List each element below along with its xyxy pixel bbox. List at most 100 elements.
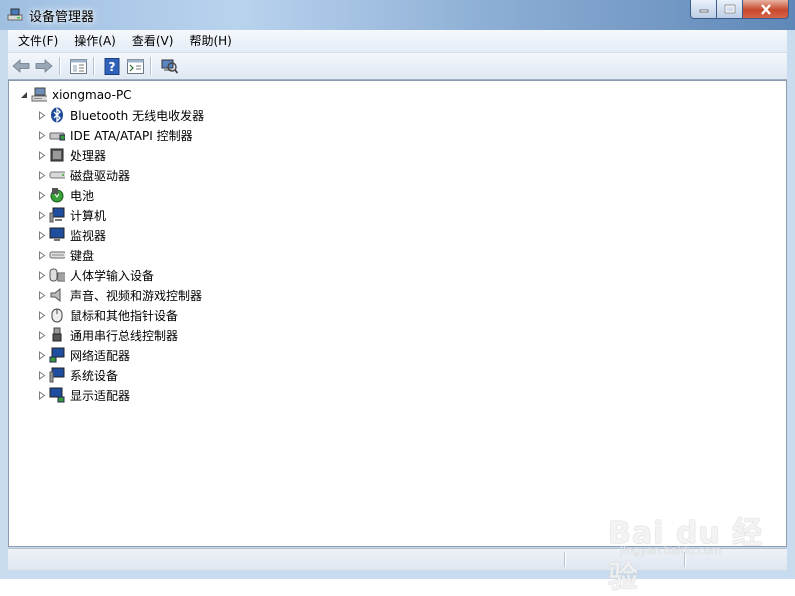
tree-node[interactable]: Bluetooth 无线电收发器 [37,105,204,125]
tree-node[interactable]: 网络适配器 [37,345,130,365]
expand-arrow-icon[interactable] [37,310,46,320]
expand-arrow-icon[interactable] [37,130,46,140]
properties-icon [126,58,144,74]
help-icon: ? [104,57,120,75]
node-label: 鼠标和其他指针设备 [70,308,179,323]
show-hide-console-tree-icon [69,58,87,74]
collapse-arrow-icon[interactable] [19,91,28,100]
close-icon [760,3,771,15]
window-title: 设备管理器 [29,10,95,25]
hid-icon [49,267,65,283]
sound-icon [49,287,65,303]
expand-arrow-icon[interactable] [37,270,46,280]
ide-controller-icon [49,127,65,143]
computer-icon [31,87,47,103]
device-manager-window: 设备管理器 文件(F) 操作(A) 查看(V) 帮助(H) ? xiongmao… [0,0,795,595]
expand-arrow-icon[interactable] [37,230,46,240]
expand-arrow-icon[interactable] [37,290,46,300]
title-bar[interactable]: 设备管理器 [0,0,795,30]
status-divider [564,552,565,567]
menu-view[interactable]: 查看(V) [124,30,182,52]
expand-arrow-icon[interactable] [37,250,46,260]
computer-icon [49,207,65,223]
scan-hardware-button[interactable] [159,56,179,76]
device-manager-icon [7,8,23,21]
svg-text:?: ? [109,60,116,74]
forward-arrow-icon [35,59,53,73]
tree-node[interactable]: 人体学输入设备 [37,265,154,285]
node-label: 人体学输入设备 [70,268,155,283]
menu-file[interactable]: 文件(F) [8,30,66,52]
mouse-icon [49,307,65,323]
node-label: 网络适配器 [70,348,131,363]
expand-arrow-icon[interactable] [37,150,46,160]
node-label: 电池 [70,188,95,203]
show-hide-tree-button[interactable] [68,56,88,76]
toolbar: ? [8,53,787,80]
expand-arrow-icon[interactable] [37,330,46,340]
toolbar-separator [93,57,94,75]
expand-arrow-icon[interactable] [37,350,46,360]
expand-arrow-icon[interactable] [37,170,46,180]
minimize-icon [699,9,708,13]
back-button[interactable] [11,56,31,76]
node-label: 声音、视频和游戏控制器 [70,288,203,303]
tree-node[interactable]: 处理器 [37,145,106,165]
toolbar-separator [59,57,60,75]
node-label: 监视器 [70,228,107,243]
root-label: xiongmao-PC [52,88,132,102]
usb-icon [49,327,65,343]
node-label: 显示适配器 [70,388,131,403]
expand-arrow-icon[interactable] [37,110,46,120]
disk-drive-icon [49,167,65,183]
watermark-url: jingyan.baidu.com [620,544,722,557]
tree-node[interactable]: 声音、视频和游戏控制器 [37,285,202,305]
network-adapter-icon [49,347,65,363]
forward-button[interactable] [34,56,54,76]
tree-node[interactable]: 显示适配器 [37,385,130,405]
back-arrow-icon [12,59,30,73]
node-label: 计算机 [70,208,107,223]
bluetooth-icon [49,107,65,123]
node-label: 处理器 [70,148,107,163]
battery-icon [49,187,65,203]
tree-node[interactable]: 监视器 [37,225,106,245]
watermark: Bai du 经验 jingyan.baidu.com [608,492,778,595]
node-label: Bluetooth 无线电收发器 [70,108,205,123]
expand-arrow-icon[interactable] [37,210,46,220]
minimize-button[interactable] [690,0,717,19]
tree-node[interactable]: 通用串行总线控制器 [37,325,178,345]
tree-node[interactable]: 鼠标和其他指针设备 [37,305,178,325]
keyboard-icon [49,247,65,263]
tree-node[interactable]: 系统设备 [37,365,118,385]
properties-button[interactable] [125,56,145,76]
node-label: 键盘 [70,248,95,263]
node-label: 磁盘驱动器 [70,168,131,183]
help-button[interactable]: ? [102,56,122,76]
maximize-button[interactable] [717,0,743,19]
device-tree[interactable]: xiongmao-PC Bluetooth 无线电收发器 IDE ATA/ATA… [8,80,787,547]
tree-node[interactable]: 键盘 [37,245,94,265]
tree-node[interactable]: 磁盘驱动器 [37,165,130,185]
menu-action[interactable]: 操作(A) [66,30,124,52]
expand-arrow-icon[interactable] [37,390,46,400]
monitor-icon [49,227,65,243]
menu-bar: 文件(F) 操作(A) 查看(V) 帮助(H) [8,30,787,53]
tree-node[interactable]: 计算机 [37,205,106,225]
tree-node[interactable]: IDE ATA/ATAPI 控制器 [37,125,193,145]
tree-root[interactable]: xiongmao-PC [19,85,132,105]
system-devices-icon [49,367,65,383]
maximize-icon [724,4,735,14]
display-adapter-icon [49,387,65,403]
expand-arrow-icon[interactable] [37,370,46,380]
caption-buttons [690,0,789,20]
node-label: 通用串行总线控制器 [70,328,179,343]
processor-icon [49,147,65,163]
close-button[interactable] [743,0,789,19]
node-label: 系统设备 [70,368,119,383]
scan-hardware-icon [161,59,178,74]
expand-arrow-icon[interactable] [37,190,46,200]
toolbar-separator [150,57,151,75]
tree-node[interactable]: 电池 [37,185,94,205]
menu-help[interactable]: 帮助(H) [181,30,239,52]
